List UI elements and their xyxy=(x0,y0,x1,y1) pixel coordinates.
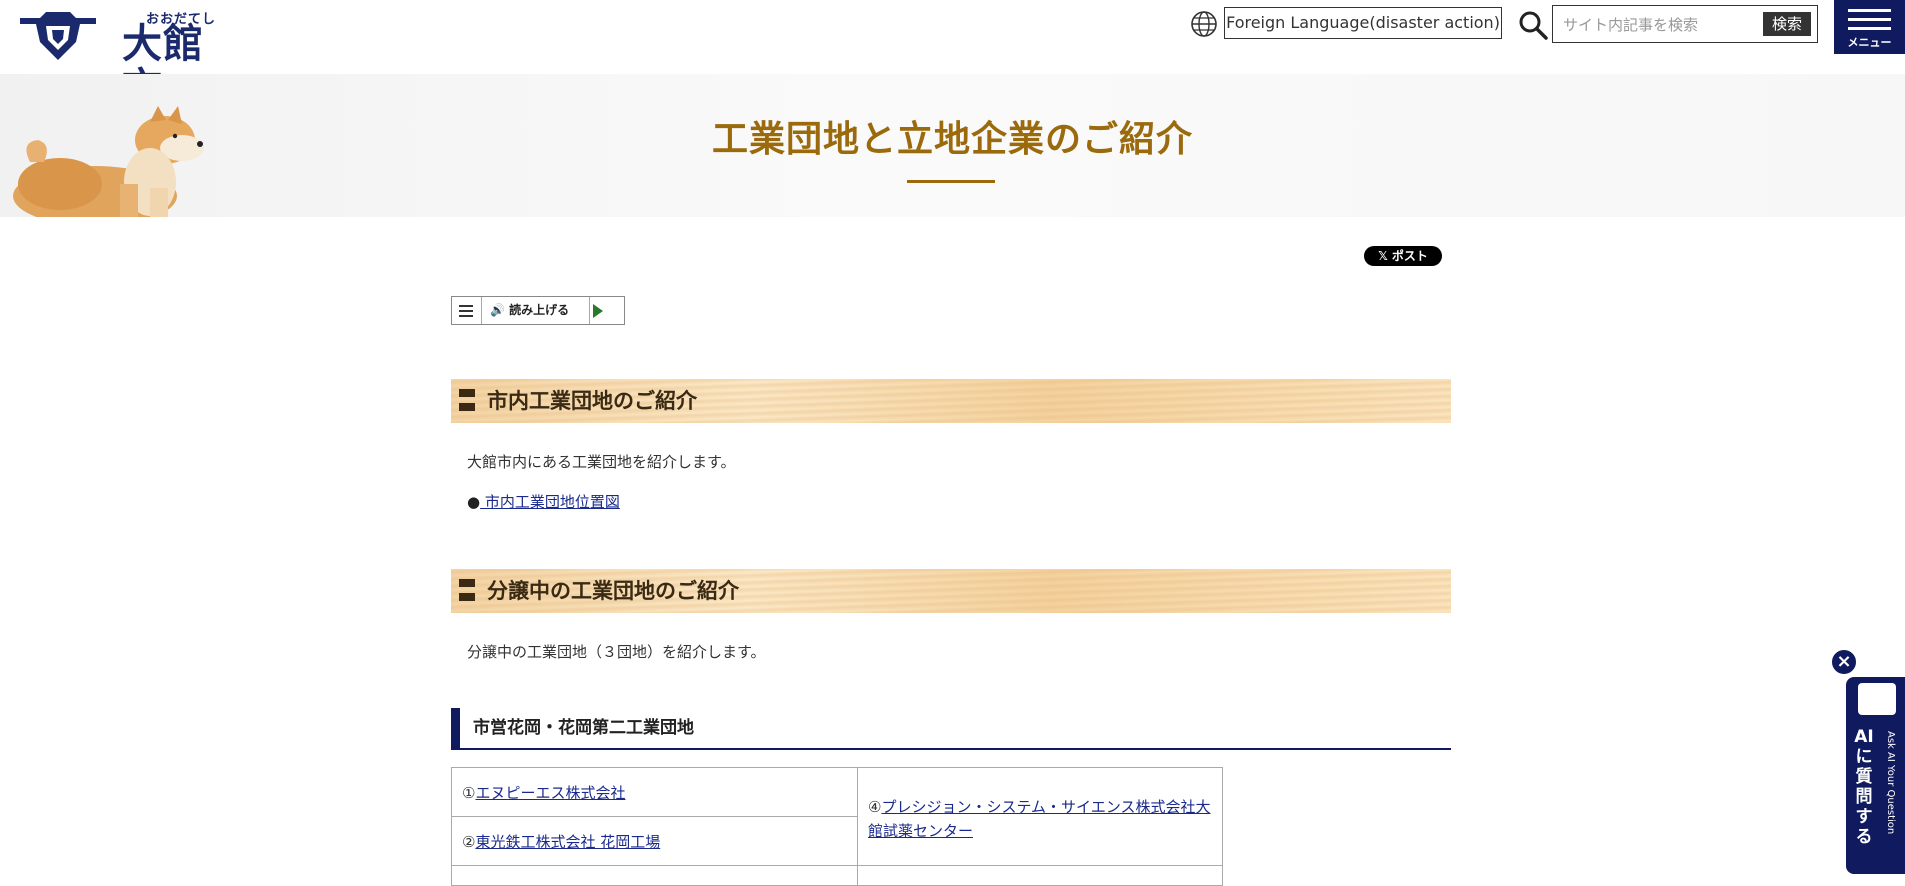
menu-bar xyxy=(1848,18,1891,21)
company-number: ① xyxy=(462,783,476,802)
company-link[interactable]: エヌピーエス株式会社 xyxy=(475,784,625,802)
heading-mark-icon xyxy=(459,579,475,603)
reader-menu-line xyxy=(459,315,473,317)
site-header: おおだてし 大館市 Foreign Language(disaster acti… xyxy=(0,0,1905,110)
heading-mark-icon xyxy=(459,389,475,413)
company-link[interactable]: 東光鉄工株式会社 花岡工場 xyxy=(475,833,660,851)
city-emblem-icon xyxy=(20,12,96,60)
reader-menu-line xyxy=(459,305,473,307)
read-aloud-button[interactable]: 🔊 読み上げる xyxy=(482,297,590,324)
section-heading-text: 分譲中の工業団地のご紹介 xyxy=(487,579,739,603)
ai-question-widget[interactable]: AIに質問する Ask AI Your Question xyxy=(1846,677,1905,874)
read-aloud-toolbar: 🔊 読み上げる xyxy=(451,296,625,325)
ai-widget-label: AIに質問する xyxy=(1854,727,1874,847)
company-cell xyxy=(857,865,1223,886)
subsection-heading: 市営花岡・花岡第二工業団地 xyxy=(451,708,1451,750)
reader-menu-button[interactable] xyxy=(452,297,482,324)
globe-icon[interactable] xyxy=(1190,10,1218,38)
x-post-button[interactable]: 𝕏 ポスト xyxy=(1364,246,1442,266)
section-heading: 分譲中の工業団地のご紹介 xyxy=(451,569,1451,613)
site-logo[interactable]: おおだてし 大館市 xyxy=(18,8,228,110)
ai-widget-close-button[interactable]: × xyxy=(1830,648,1858,676)
company-cell: ④プレシジョン・システム・サイエンス株式会社大館試薬センター xyxy=(857,767,1223,866)
company-number: ② xyxy=(462,832,476,851)
subsection-heading-text: 市営花岡・花岡第二工業団地 xyxy=(473,718,694,738)
title-underline xyxy=(907,180,995,183)
search-icon[interactable] xyxy=(1518,10,1548,40)
company-link[interactable]: プレシジョン・システム・サイエンス株式会社大館試薬センター xyxy=(868,798,1211,840)
ai-mascot-icon xyxy=(1858,683,1896,715)
company-cell: ①エヌピーエス株式会社 xyxy=(451,767,858,817)
section-text: 分譲中の工業団地（３団地）を紹介します。 xyxy=(467,643,766,661)
company-number: ④ xyxy=(868,797,882,816)
section-heading-text: 市内工業団地のご紹介 xyxy=(487,389,697,413)
page-title: 工業団地と立地企業のご紹介 xyxy=(711,119,1193,160)
search-button[interactable]: 検索 xyxy=(1763,12,1811,36)
section-heading: 市内工業団地のご紹介 xyxy=(451,379,1451,423)
menu-label: メニュー xyxy=(1847,36,1892,49)
section-text: 大館市内にある工業団地を紹介します。 xyxy=(467,453,736,471)
bullet: ● xyxy=(467,493,481,511)
play-icon[interactable] xyxy=(593,304,603,318)
link-item: ● 市内工業団地位置図 xyxy=(467,491,620,512)
menu-bar xyxy=(1848,27,1891,30)
foreign-language-button[interactable]: Foreign Language(disaster action) xyxy=(1224,7,1502,39)
menu-bar xyxy=(1848,9,1891,12)
company-cell: ②東光鉄工株式会社 花岡工場 xyxy=(451,816,858,866)
reader-menu-line xyxy=(459,310,473,312)
search-box: 検索 xyxy=(1552,5,1818,43)
company-cell xyxy=(451,865,858,886)
ai-widget-sublabel: Ask AI Your Question xyxy=(1885,731,1896,835)
menu-button[interactable]: メニュー xyxy=(1834,0,1905,54)
industrial-park-map-link[interactable]: 市内工業団地位置図 xyxy=(480,493,620,511)
company-table: ①エヌピーエス株式会社 ④プレシジョン・システム・サイエンス株式会社大館試薬セン… xyxy=(451,767,1223,886)
search-input[interactable] xyxy=(1561,10,1755,40)
subsection-heading-bar xyxy=(451,708,460,748)
